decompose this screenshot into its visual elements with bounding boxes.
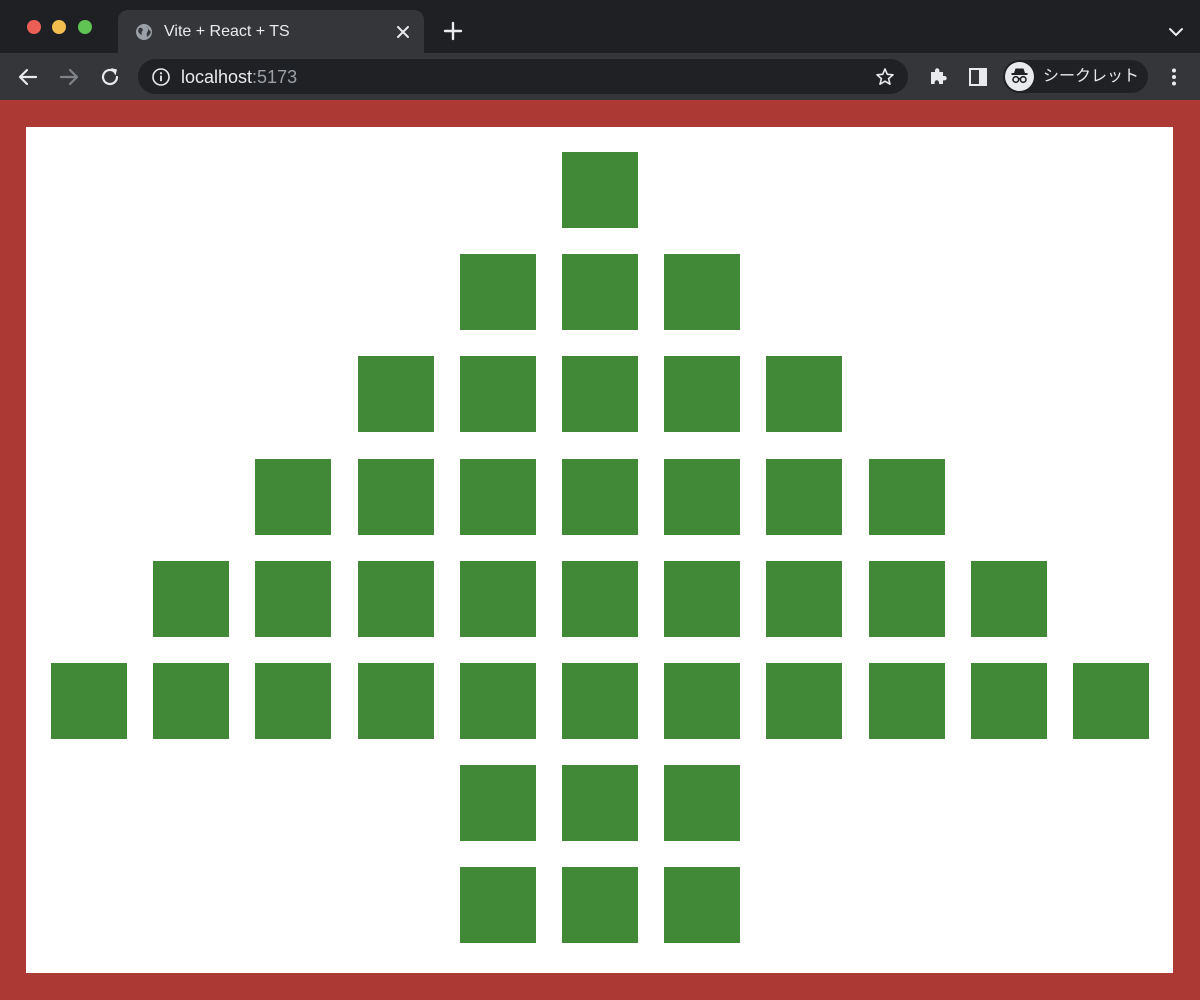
grid-cell bbox=[460, 663, 536, 739]
window-close-button[interactable] bbox=[27, 20, 41, 34]
avatar bbox=[1005, 62, 1034, 91]
incognito-profile-button[interactable]: シークレット bbox=[1003, 60, 1148, 93]
grid-cell bbox=[255, 459, 331, 535]
grid-cell bbox=[562, 867, 638, 943]
tab-strip: Vite + React + TS bbox=[0, 0, 1200, 53]
grid-cell bbox=[460, 356, 536, 432]
reload-icon[interactable] bbox=[96, 63, 124, 91]
browser-toolbar: localhost:5173 シークレット bbox=[0, 53, 1200, 100]
grid-cell bbox=[1073, 663, 1149, 739]
grid-cell bbox=[460, 459, 536, 535]
grid-cell bbox=[562, 254, 638, 330]
address-bar[interactable]: localhost:5173 bbox=[138, 59, 908, 94]
grid-cell bbox=[766, 356, 842, 432]
plus-icon[interactable] bbox=[440, 18, 466, 44]
grid-cell bbox=[971, 561, 1047, 637]
grid-cell bbox=[562, 356, 638, 432]
incognito-icon bbox=[1011, 68, 1028, 84]
grid-cell bbox=[562, 765, 638, 841]
grid-cell bbox=[460, 561, 536, 637]
grid-cell bbox=[460, 254, 536, 330]
kebab-menu-icon[interactable] bbox=[1160, 63, 1188, 91]
grid-cell bbox=[664, 663, 740, 739]
grid-cell bbox=[460, 867, 536, 943]
grid-cell bbox=[358, 663, 434, 739]
page-viewport bbox=[0, 100, 1200, 1000]
tree-grid bbox=[26, 127, 1173, 973]
star-icon[interactable] bbox=[874, 66, 896, 88]
grid-cell bbox=[562, 561, 638, 637]
window-zoom-button[interactable] bbox=[78, 20, 92, 34]
url-host: localhost bbox=[181, 67, 253, 87]
grid-cell bbox=[562, 152, 638, 228]
grid-cell bbox=[664, 561, 740, 637]
grid-cell bbox=[664, 356, 740, 432]
arrow-right-icon[interactable] bbox=[55, 63, 83, 91]
grid-cell bbox=[664, 459, 740, 535]
arrow-left-icon[interactable] bbox=[14, 63, 42, 91]
grid-cell bbox=[766, 561, 842, 637]
grid-cell bbox=[971, 663, 1047, 739]
grid-cell bbox=[51, 663, 127, 739]
grid-cell bbox=[562, 663, 638, 739]
grid-cell bbox=[766, 663, 842, 739]
grid-cell bbox=[664, 867, 740, 943]
grid-cell bbox=[562, 459, 638, 535]
grid-cell bbox=[664, 254, 740, 330]
grid-cell bbox=[255, 561, 331, 637]
grid-cell bbox=[869, 561, 945, 637]
grid-cell bbox=[358, 459, 434, 535]
chevron-down-icon[interactable] bbox=[1166, 22, 1186, 42]
grid-cell bbox=[358, 356, 434, 432]
url-port: :5173 bbox=[252, 67, 298, 87]
globe-icon bbox=[136, 24, 152, 40]
tab-title: Vite + React + TS bbox=[164, 23, 290, 40]
grid-cell bbox=[869, 663, 945, 739]
grid-cell bbox=[153, 561, 229, 637]
tab-active[interactable]: Vite + React + TS bbox=[118, 10, 424, 53]
info-icon[interactable] bbox=[151, 67, 171, 87]
grid-cell bbox=[255, 663, 331, 739]
grid-cell bbox=[664, 765, 740, 841]
url-text: localhost:5173 bbox=[181, 67, 297, 87]
grid-cell bbox=[358, 561, 434, 637]
grid-cell bbox=[460, 765, 536, 841]
grid-cell bbox=[869, 459, 945, 535]
puzzle-icon[interactable] bbox=[924, 63, 952, 91]
side-panel-icon[interactable] bbox=[964, 63, 992, 91]
close-icon[interactable] bbox=[392, 21, 414, 43]
grid-cell bbox=[153, 663, 229, 739]
window-minimize-button[interactable] bbox=[52, 20, 66, 34]
incognito-label: シークレット bbox=[1043, 68, 1140, 85]
grid-cell bbox=[766, 459, 842, 535]
